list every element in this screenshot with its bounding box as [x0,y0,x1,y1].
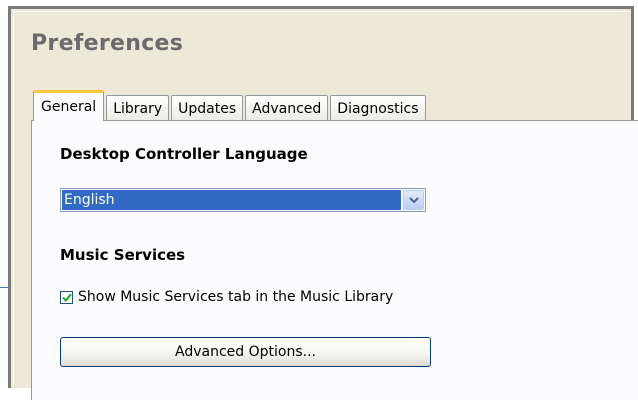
preferences-window: Preferences General Library Updates Adva… [8,6,638,400]
show-music-services-label: Show Music Services tab in the Music Lib… [78,289,394,305]
language-heading: Desktop Controller Language [60,145,308,163]
general-tab-panel: Desktop Controller Language English Musi… [31,120,638,400]
tab-diagnostics[interactable]: Diagnostics [330,95,426,121]
tab-library[interactable]: Library [106,95,170,121]
music-services-heading: Music Services [60,246,186,264]
tab-general[interactable]: General [33,90,105,121]
window-title: Preferences [31,31,184,56]
checkmark-icon [61,293,72,302]
language-dropdown[interactable]: English [60,188,426,212]
show-music-services-option[interactable]: Show Music Services tab in the Music Lib… [60,289,393,305]
chevron-down-icon [408,196,419,203]
show-music-services-checkbox[interactable] [60,290,73,304]
advanced-options-button[interactable]: Advanced Options... [60,337,431,367]
tab-updates[interactable]: Updates [171,95,244,121]
dropdown-arrow-button[interactable] [403,190,424,210]
tab-advanced[interactable]: Advanced [245,95,329,121]
language-selected-value: English [62,190,401,210]
tab-bar: General Library Updates Advanced Diagnos… [33,87,428,121]
